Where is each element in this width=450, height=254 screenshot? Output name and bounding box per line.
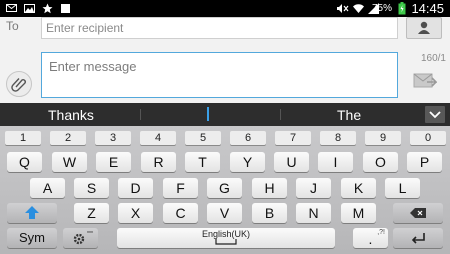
key-0[interactable]: 0 <box>410 131 446 145</box>
notification-icon <box>61 4 70 13</box>
char-counter: 160/1 <box>420 53 446 64</box>
shift-key[interactable] <box>7 203 57 223</box>
space-language-label: English(UK) <box>201 229 250 239</box>
key-h[interactable]: H <box>252 178 287 198</box>
key-d[interactable]: D <box>118 178 153 198</box>
enter-key[interactable] <box>393 228 443 248</box>
key-4[interactable]: 4 <box>140 131 176 145</box>
key-a[interactable]: A <box>30 178 65 198</box>
key-i[interactable]: I <box>318 152 353 172</box>
wifi-icon <box>353 4 364 13</box>
clock: 14:45 <box>411 1 444 16</box>
shift-arrow-icon <box>25 206 39 219</box>
key-r[interactable]: R <box>141 152 176 172</box>
key-2[interactable]: 2 <box>50 131 86 145</box>
key-8[interactable]: 8 <box>320 131 356 145</box>
status-bar: 75% 14:45 <box>0 0 450 17</box>
key-6[interactable]: 6 <box>230 131 266 145</box>
key-3[interactable]: 3 <box>95 131 131 145</box>
period-hint: ,?! <box>377 229 385 236</box>
key-v[interactable]: V <box>207 203 242 223</box>
key-n[interactable]: N <box>296 203 331 223</box>
message-icon <box>6 4 17 12</box>
period-label: . <box>368 231 373 247</box>
period-key[interactable]: ,?! . <box>353 228 388 248</box>
compose-area: To Enter recipient Enter message 160/1 <box>0 17 450 103</box>
key-o[interactable]: O <box>363 152 398 172</box>
backspace-key[interactable] <box>393 203 443 223</box>
key-t[interactable]: T <box>185 152 220 172</box>
space-key[interactable]: English(UK) <box>117 228 335 248</box>
battery-percent: 75% <box>371 3 392 14</box>
to-label: To <box>6 19 19 33</box>
expand-suggestions-button[interactable] <box>425 106 445 123</box>
suggestion-left[interactable]: Thanks <box>48 107 94 123</box>
add-contact-button[interactable] <box>406 17 442 39</box>
mute-icon <box>337 4 349 13</box>
key-z[interactable]: Z <box>74 203 109 223</box>
recipient-input[interactable]: Enter recipient <box>41 17 398 39</box>
key-9[interactable]: 9 <box>365 131 401 145</box>
key-s[interactable]: S <box>74 178 109 198</box>
key-7[interactable]: 7 <box>275 131 311 145</box>
key-5[interactable]: 5 <box>185 131 221 145</box>
send-icon[interactable] <box>413 72 437 90</box>
attach-button[interactable] <box>6 71 32 97</box>
chevron-down-icon <box>429 111 441 119</box>
backspace-icon <box>410 208 426 218</box>
key-m[interactable]: M <box>341 203 376 223</box>
key-b[interactable]: B <box>252 203 287 223</box>
battery-icon <box>398 2 406 15</box>
sym-key[interactable]: Sym <box>7 228 57 248</box>
gear-icon <box>73 231 93 245</box>
key-l[interactable]: L <box>385 178 420 198</box>
key-j[interactable]: J <box>296 178 331 198</box>
key-u[interactable]: U <box>274 152 309 172</box>
key-x[interactable]: X <box>118 203 153 223</box>
contact-icon <box>418 21 430 34</box>
settings-key[interactable] <box>63 228 98 248</box>
key-c[interactable]: C <box>163 203 198 223</box>
suggestion-divider <box>280 109 281 120</box>
space-bar-icon <box>215 239 237 245</box>
word-suggestion-bar: Thanks The <box>0 103 450 126</box>
key-f[interactable]: F <box>163 178 198 198</box>
suggestion-divider <box>140 109 141 120</box>
key-p[interactable]: P <box>407 152 442 172</box>
enter-icon <box>411 233 425 244</box>
key-y[interactable]: Y <box>230 152 265 172</box>
key-k[interactable]: K <box>341 178 376 198</box>
key-q[interactable]: Q <box>7 152 42 172</box>
key-e[interactable]: E <box>96 152 131 172</box>
message-input[interactable]: Enter message <box>41 52 398 98</box>
key-g[interactable]: G <box>207 178 242 198</box>
suggestion-right[interactable]: The <box>337 107 361 123</box>
key-1[interactable]: 1 <box>5 131 41 145</box>
image-icon <box>24 4 35 13</box>
star-icon <box>42 3 53 14</box>
paperclip-icon <box>11 78 26 92</box>
key-w[interactable]: W <box>52 152 87 172</box>
suggestion-middle[interactable] <box>207 107 209 121</box>
